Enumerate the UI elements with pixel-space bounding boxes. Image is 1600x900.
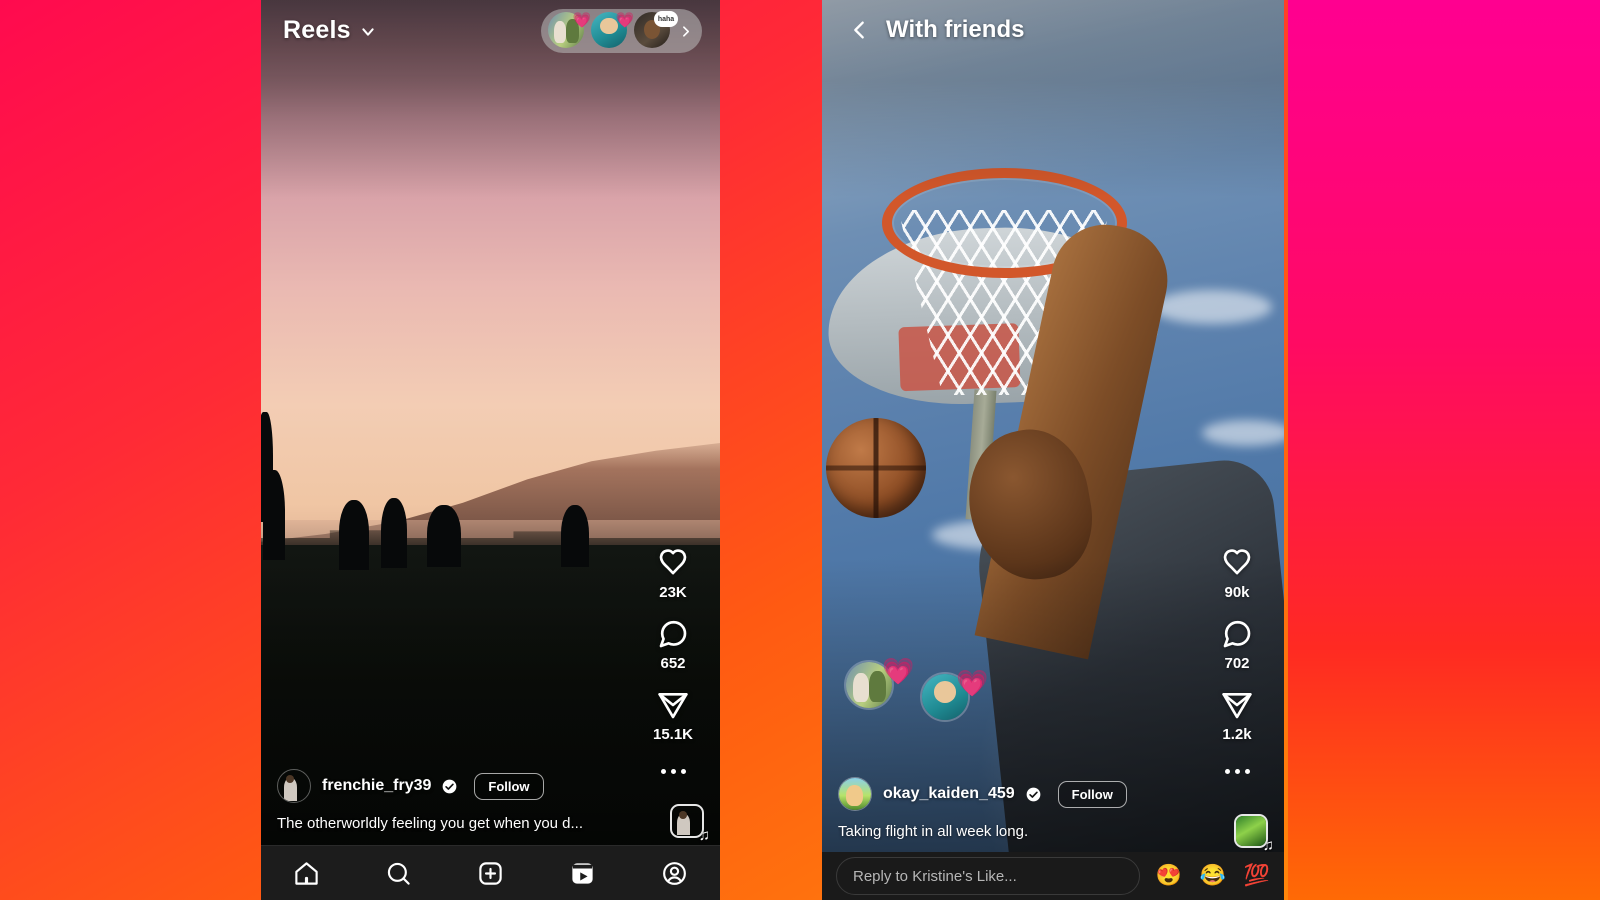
heart-reaction-badge: 💗 xyxy=(882,656,915,686)
reels-icon[interactable] xyxy=(569,860,596,887)
reply-input[interactable]: Reply to Kristine's Like... xyxy=(836,857,1140,895)
chevron-left-icon[interactable] xyxy=(848,19,870,41)
heart-reaction-badge: 💗 xyxy=(615,11,635,29)
search-icon[interactable] xyxy=(385,860,412,887)
follow-button[interactable]: Follow xyxy=(1057,780,1127,808)
emoji-hundred[interactable]: 💯 xyxy=(1244,864,1270,888)
like-count: 90k xyxy=(1224,584,1250,601)
share-button[interactable]: 1.2k xyxy=(1221,689,1253,743)
left-action-rail: 23K 652 15.1K xyxy=(640,547,706,782)
follow-button[interactable]: Follow xyxy=(474,772,544,800)
verified-badge-icon xyxy=(1026,787,1041,801)
music-note-icon: ♫ xyxy=(698,827,710,844)
verified-badge-icon xyxy=(443,779,457,793)
left-post-meta: frenchie_fry39 Follow The otherworldly f… xyxy=(261,769,720,832)
heart-reaction-badge: 💗 xyxy=(572,11,592,29)
share-count: 15.1K xyxy=(652,726,694,743)
avatar[interactable] xyxy=(838,777,872,811)
right-top-bar: With friends xyxy=(822,0,1284,60)
share-button[interactable]: 15.1K xyxy=(653,689,693,743)
user-row: okay_kaiden_459 Follow xyxy=(838,777,1268,811)
share-icon xyxy=(658,693,688,719)
caption[interactable]: Taking flight in all week long. xyxy=(838,823,1268,840)
reply-bar: Reply to Kristine's Like... 😍 😂 💯 xyxy=(822,852,1284,900)
quick-emoji-row: 😍 😂 💯 xyxy=(1156,864,1270,888)
comment-count: 652 xyxy=(660,655,686,672)
username[interactable]: frenchie_fry39 xyxy=(322,777,431,795)
like-button[interactable]: 90k xyxy=(1221,547,1253,601)
heart-icon xyxy=(1223,549,1251,575)
facepile-entry[interactable]: 💗 xyxy=(591,12,634,50)
caption[interactable]: The otherworldly feeling you get when yo… xyxy=(277,815,704,832)
bottom-nav-bar xyxy=(261,845,720,900)
friends-facepile[interactable]: 💗 💗 haha xyxy=(541,9,702,53)
user-row: frenchie_fry39 Follow xyxy=(277,769,704,803)
like-button[interactable]: 23K xyxy=(657,547,689,601)
profile-icon[interactable] xyxy=(661,860,688,887)
right-phone-screen: With friends 💗 💗 90k 702 1.2k okay_kaide… xyxy=(822,0,1284,900)
comment-button[interactable]: 652 xyxy=(657,618,689,672)
facepile-entry[interactable]: 💗 xyxy=(548,12,591,50)
right-post-meta: okay_kaiden_459 Follow Taking flight in … xyxy=(822,777,1284,840)
facepile-entry[interactable]: haha xyxy=(634,11,678,50)
left-top-bar: Reels 💗 💗 haha xyxy=(261,0,720,60)
like-count: 23K xyxy=(659,584,687,601)
page-title: Reels xyxy=(283,15,351,44)
emoji-heart-eyes[interactable]: 😍 xyxy=(1156,864,1182,888)
emoji-joy[interactable]: 😂 xyxy=(1200,864,1226,888)
comment-icon xyxy=(1223,620,1251,648)
avatar[interactable] xyxy=(277,769,311,803)
heart-reaction-badge: 💗 xyxy=(956,668,989,698)
left-phone-screen: Reels 💗 💗 haha 23K 652 15.1K frenchie_fr… xyxy=(261,0,720,900)
home-icon[interactable] xyxy=(293,860,320,887)
comment-icon xyxy=(659,620,687,648)
chevron-right-icon[interactable] xyxy=(679,25,692,38)
speech-bubble-badge: haha xyxy=(654,11,678,27)
chevron-down-icon[interactable] xyxy=(360,24,376,40)
username[interactable]: okay_kaiden_459 xyxy=(883,785,1015,803)
comment-count: 702 xyxy=(1224,655,1250,672)
create-icon[interactable] xyxy=(477,860,504,887)
share-icon xyxy=(1222,693,1252,719)
background-right-panel xyxy=(1288,0,1600,900)
heart-icon xyxy=(659,549,687,575)
right-action-rail: 90k 702 1.2k xyxy=(1204,547,1270,782)
share-count: 1.2k xyxy=(1222,726,1252,743)
comment-button[interactable]: 702 xyxy=(1221,618,1253,672)
page-title: With friends xyxy=(886,16,1025,43)
